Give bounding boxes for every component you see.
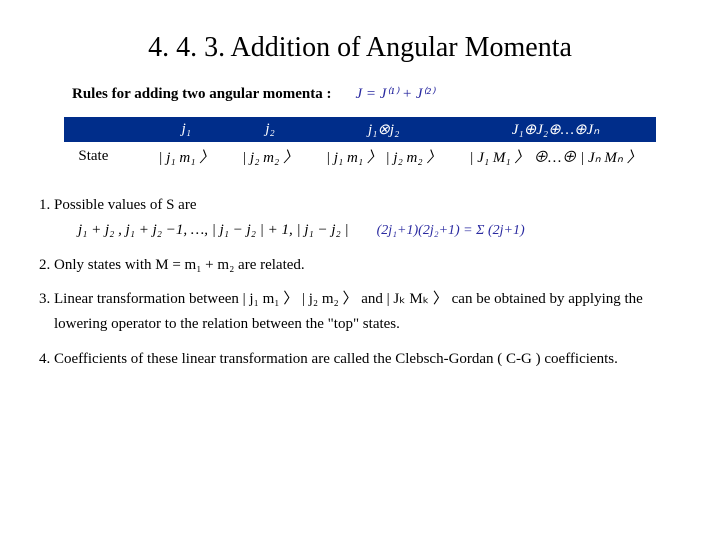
rules-formula: J = J⁽¹⁾ + J⁽²⁾ (355, 84, 434, 103)
row-label: State (64, 142, 144, 171)
points-list: Possible values of S are j₁ + j₂ , j₁ + … (54, 193, 684, 372)
cell-j1: | j₁ m₁ 〉 (144, 142, 228, 171)
th-j1j2: j₁⊗j₂ (312, 117, 455, 142)
th-j1: j₁ (144, 117, 228, 142)
p3-text: Linear transformation between | j₁ m₁ 〉 … (54, 291, 643, 332)
cell-Jsum: | J₁ M₁ 〉 ⊕…⊕ | Jₙ Mₙ 〉 (455, 142, 655, 171)
rules-line: Rules for adding two angular momenta : J… (72, 84, 684, 103)
table-header-row: j₁ j₂ j₁⊗j₂ J₁⊕J₂⊕…⊕Jₙ (64, 117, 655, 142)
page-title: 4. 4. 3. Addition of Angular Momenta (36, 32, 684, 64)
angular-table: j₁ j₂ j₁⊗j₂ J₁⊕J₂⊕…⊕Jₙ State | j₁ m₁ 〉 |… (64, 117, 655, 171)
p1-text: Possible values of S are (54, 197, 196, 213)
th-Jsum: J₁⊕J₂⊕…⊕Jₙ (455, 117, 655, 142)
cell-j2: | j₂ m₂ 〉 (228, 142, 312, 171)
p1-sum-formula: (2j₁+1)(2j₂+1) = Σ (2j+1) (377, 219, 525, 242)
p4-text: Coefficients of these linear transformat… (54, 351, 618, 367)
th-j2: j₂ (228, 117, 312, 142)
list-item: Coefficients of these linear transformat… (54, 347, 684, 372)
list-item: Only states with M = m₁ + m₂ are related… (54, 253, 684, 278)
cell-j1j2: | j₁ m₁ 〉 | j₂ m₂ 〉 (312, 142, 455, 171)
th-blank (64, 117, 144, 142)
rules-label: Rules for adding two angular momenta : (72, 86, 331, 103)
slide: 4. 4. 3. Addition of Angular Momenta Rul… (0, 0, 720, 400)
list-item: Linear transformation between | j₁ m₁ 〉 … (54, 287, 684, 337)
list-item: Possible values of S are j₁ + j₂ , j₁ + … (54, 193, 684, 243)
table-row: State | j₁ m₁ 〉 | j₂ m₂ 〉 | j₁ m₁ 〉 | j₂… (64, 142, 655, 171)
p1-values: j₁ + j₂ , j₁ + j₂ −1, …, | j₁ − j₂ | + 1… (78, 218, 349, 243)
p2-text: Only states with M = m₁ + m₂ are related… (54, 257, 305, 273)
